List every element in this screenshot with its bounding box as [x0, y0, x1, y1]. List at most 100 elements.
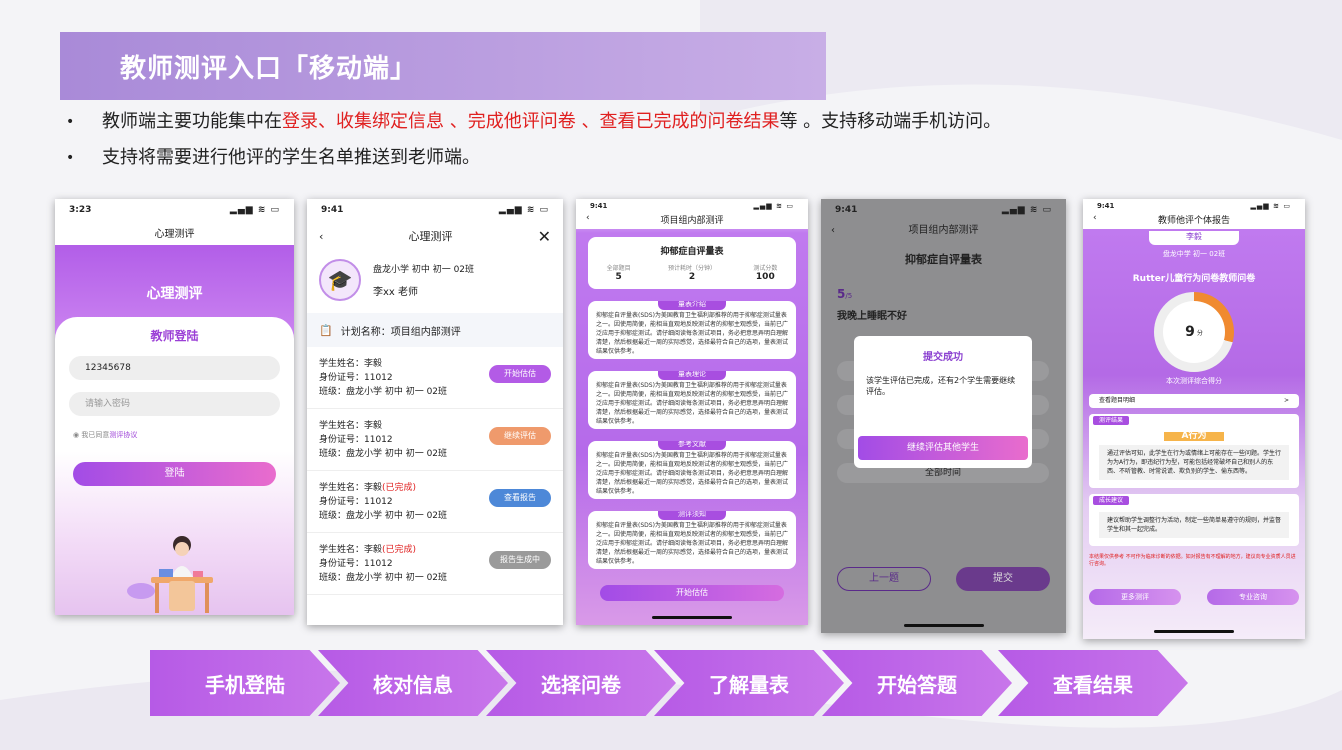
status-time: 3:23: [69, 205, 92, 215]
result-text: 通过评估可知，此学生在行为或情绪上可能存在一些问题。学生行为为A行为，即违纪行为…: [1099, 445, 1289, 480]
section-tag: 参考文献: [658, 441, 726, 450]
status-bar: 3:23 ▂▄▆ ≋ ▭: [55, 199, 294, 221]
score-number: 9: [1185, 324, 1195, 340]
question-progress: 5/5: [837, 287, 1066, 301]
question-text: 我晚上睡眠不好: [837, 311, 907, 322]
phone-report-screen: 9:41 ▂▄▆ ≋ ▭ ‹ 教师他评个体报告 李毅 盘龙中学 初一 02班 Rut…: [1083, 199, 1305, 639]
bullet-text-plain: 教师端主要功能集中在: [102, 111, 282, 132]
agree-text: 我已同意: [81, 431, 110, 439]
bullet-list: • 教师端主要功能集中在登录、收集绑定信息 、完成他评问卷 、查看已完成的问卷结…: [66, 104, 1001, 176]
student-name: 学生姓名：李毅: [319, 483, 383, 493]
more-assessments-button[interactable]: 更多测评: [1089, 589, 1181, 605]
login-card-title: 教师登陆: [150, 329, 199, 343]
password-input[interactable]: 请输入密码: [69, 392, 280, 416]
flow-step-answer: 开始答题: [822, 650, 1012, 716]
clipboard-icon: 📋: [319, 323, 333, 337]
status-icons: ▂▄▆ ≋ ▭: [498, 205, 549, 215]
teacher-illustration: [127, 536, 213, 613]
status-icons: ▂▄▆ ≋ ▭: [1250, 202, 1291, 210]
status-bar: 9:41 ▂▄▆ ≋ ▭: [821, 199, 1066, 221]
agreement-link[interactable]: 测评协议: [109, 431, 137, 439]
view-report-button[interactable]: 查看报告: [489, 489, 551, 507]
status-bar: 9:41 ▂▄▆ ≋ ▭: [576, 199, 808, 213]
phone-student-list: 9:41 ▂▄▆ ≋ ▭ ‹ 心理测评 ✕ 🎓 盘龙小学 初中 初一 02班 李x…: [307, 199, 563, 625]
professional-consult-button[interactable]: 专业咨询: [1207, 589, 1299, 605]
header: 9:41 ▂▄▆ ≋ ▭ ‹ 教师他评个体报告: [1083, 199, 1305, 229]
stat-label: 全部题目: [606, 265, 631, 272]
nav-title: 项目组内部测评: [660, 216, 724, 226]
advice-text: 建议帮助学生调整行为活动，制定一些简单易遵守的规则，并监督学生和其一起完成。: [1099, 512, 1289, 538]
score-label: 本次测评综合得分: [1166, 377, 1222, 385]
score-unit: 分: [1196, 329, 1203, 337]
login-button[interactable]: 登陆: [73, 462, 276, 486]
close-icon[interactable]: ✕: [538, 227, 551, 246]
stat-label: 测试分数: [753, 265, 778, 272]
student-item: 学生姓名：李毅(已完成) 身份证号：11012 班级：盘龙小学 初中 初一 02…: [307, 471, 563, 533]
modal-text: 该学生评估已完成，还有2个学生需要继续评估。: [866, 376, 1016, 396]
plan-bar: 📋 计划名称：项目组内部测评: [307, 313, 563, 347]
bullet-dot: •: [66, 150, 75, 166]
scale-stats: 全部题目 5 预计耗时（分钟） 2 测试分数 100: [588, 263, 796, 282]
section-text: 抑郁症自评量表(SDS)为美国教育卫生福利部推荐的用于抑郁症测试量表之一。因使用…: [596, 312, 789, 355]
account-input[interactable]: 12345678: [69, 356, 280, 380]
chevron-right-icon: >: [1283, 397, 1289, 404]
bullet-item-1: • 教师端主要功能集中在登录、收集绑定信息 、完成他评问卷 、查看已完成的问卷结…: [66, 104, 1001, 140]
scale-title: 抑郁症自评量表: [660, 247, 724, 257]
student-class: 班级：盘龙小学 初中 初一 02班: [319, 387, 448, 397]
student-class: 班级：盘龙小学 初中 初一 02班: [319, 573, 448, 583]
back-icon[interactable]: ‹: [831, 221, 835, 241]
start-assessment-button[interactable]: 开始估估: [489, 365, 551, 383]
flow-step-scale: 了解量表: [654, 650, 844, 716]
student-item: 学生姓名：李毅 身份证号：11012 班级：盘龙小学 初中 初一 02班 开始估…: [307, 347, 563, 409]
report-generating-button: 报告生成中: [489, 551, 551, 569]
question-detail-row[interactable]: 查看题目明细 >: [1089, 394, 1299, 408]
back-icon[interactable]: ‹: [586, 213, 590, 223]
section-text: 抑郁症自评量表(SDS)为美国教育卫生福利部推荐的用于抑郁症测试量表之一。因使用…: [596, 382, 789, 425]
nav-bar: ‹ 心理测评 ✕: [307, 221, 563, 251]
behavior-badge: A行为: [1164, 432, 1224, 441]
stat-item: 测试分数 100: [753, 263, 777, 282]
stat-value: 5: [615, 272, 622, 282]
section-tag: 量表理论: [658, 371, 726, 380]
student-name: 学生姓名：李毅: [319, 359, 383, 369]
flow-step-verify: 核对信息: [318, 650, 508, 716]
flow-step-result: 查看结果: [998, 650, 1188, 716]
score-value: 9分: [1163, 301, 1225, 363]
school-text: 盘龙中学 初一 02班: [1162, 250, 1226, 258]
student-name: 学生姓名：李毅: [319, 421, 383, 431]
status-time: 9:41: [590, 202, 608, 210]
status-icons: ▂▄▆ ≋ ▭: [229, 205, 280, 215]
student-name: 李毅: [1149, 231, 1239, 245]
continue-assessment-button[interactable]: 继续评估: [489, 427, 551, 445]
result-box: 测评结果 A行为 通过评估可知，此学生在行为或情绪上可能存在一些问题。学生行为为…: [1089, 414, 1299, 488]
section-text: 抑郁症自评量表(SDS)为美国教育卫生福利部推荐的用于抑郁症测试量表之一。因使用…: [596, 522, 789, 565]
student-status: (已完成): [382, 483, 417, 493]
stat-item: 全部题目 5: [607, 263, 631, 282]
status-bar: 9:41 ▂▄▆ ≋ ▭: [1083, 199, 1305, 213]
result-label: 测评结果: [1093, 416, 1130, 425]
teacher-profile: 🎓 盘龙小学 初中 初一 02班 李xx 老师: [307, 251, 563, 313]
nav-bar: ‹ 项目组内部测评: [821, 221, 1066, 245]
previous-question-button[interactable]: 上一题: [837, 567, 931, 591]
bullet-text-2: 支持将需要进行他评的学生名单推送到老师端。: [102, 147, 480, 168]
back-icon[interactable]: ‹: [319, 230, 323, 243]
status-time: 9:41: [321, 205, 344, 215]
nav-title: 心理测评: [154, 229, 195, 240]
home-indicator: [652, 616, 732, 619]
submit-button[interactable]: 提交: [956, 567, 1050, 591]
student-status: (已完成): [382, 545, 417, 555]
scale-title: 抑郁症自评量表: [905, 253, 982, 266]
nav-bar: ‹ 教师他评个体报告: [1083, 213, 1305, 229]
start-assessment-button[interactable]: 开始估估: [600, 585, 784, 601]
slide-title-bar: 教师测评入口「移动端」: [60, 32, 826, 100]
continue-other-student-button[interactable]: 继续评估其他学生: [858, 436, 1028, 460]
flow-step-choose: 选择问卷: [486, 650, 676, 716]
success-modal: 提交成功 该学生评估已完成，还有2个学生需要继续评估。 继续评估其他学生: [854, 336, 1032, 468]
question-total: /5: [845, 292, 853, 300]
back-icon[interactable]: ‹: [1093, 213, 1097, 223]
teacher-name: 李xx 老师: [373, 287, 419, 298]
plan-name: 计划名称：项目组内部测评: [340, 326, 461, 338]
stat-item: 预计耗时（分钟） 2: [668, 263, 716, 282]
agreement-checkbox[interactable]: ◉ 我已同意测评协议: [73, 430, 294, 440]
phone-login-screen: 3:23 ▂▄▆ ≋ ▭ 心理测评 心理测评 教师登陆 12345678 请输入密…: [55, 199, 294, 615]
